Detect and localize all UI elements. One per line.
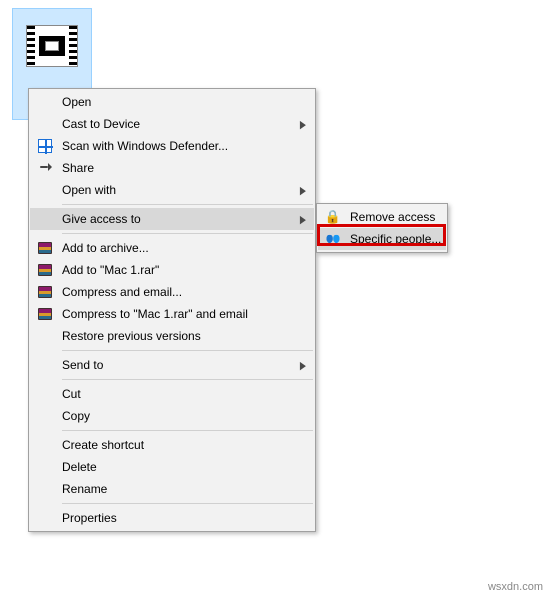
submenu-give-access-to: 🔒 Remove access 👥 Specific people... bbox=[316, 203, 448, 253]
video-thumbnail-icon bbox=[26, 25, 78, 67]
menu-item-label: Add to "Mac 1.rar" bbox=[62, 263, 159, 277]
menu-item-label: Give access to bbox=[62, 212, 141, 226]
menu-separator bbox=[62, 204, 313, 205]
menu-item-compress-email[interactable]: Compress and email... bbox=[30, 281, 314, 303]
menu-item-properties[interactable]: Properties bbox=[30, 507, 314, 529]
submenu-item-specific-people[interactable]: 👥 Specific people... bbox=[318, 228, 446, 250]
menu-item-label: Remove access bbox=[350, 210, 435, 224]
menu-item-label: Send to bbox=[62, 358, 103, 372]
menu-item-label: Cast to Device bbox=[62, 117, 140, 131]
menu-item-label: Scan with Windows Defender... bbox=[62, 139, 228, 153]
menu-separator bbox=[62, 379, 313, 380]
menu-item-label: Properties bbox=[62, 511, 117, 525]
menu-item-label: Compress and email... bbox=[62, 285, 182, 299]
share-icon bbox=[37, 160, 53, 176]
lock-icon: 🔒 bbox=[325, 209, 341, 225]
menu-item-delete[interactable]: Delete bbox=[30, 456, 314, 478]
winrar-icon bbox=[37, 262, 53, 278]
menu-item-send-to[interactable]: Send to bbox=[30, 354, 314, 376]
menu-item-label: Specific people... bbox=[350, 232, 441, 246]
menu-item-label: Rename bbox=[62, 482, 107, 496]
menu-item-label: Copy bbox=[62, 409, 90, 423]
menu-item-cast-to-device[interactable]: Cast to Device bbox=[30, 113, 314, 135]
menu-item-create-shortcut[interactable]: Create shortcut bbox=[30, 434, 314, 456]
menu-item-give-access-to[interactable]: Give access to bbox=[30, 208, 314, 230]
menu-item-add-to-archive[interactable]: Add to archive... bbox=[30, 237, 314, 259]
menu-item-scan-defender[interactable]: Scan with Windows Defender... bbox=[30, 135, 314, 157]
menu-item-label: Share bbox=[62, 161, 94, 175]
context-menu: Open Cast to Device Scan with Windows De… bbox=[28, 88, 316, 532]
people-icon: 👥 bbox=[325, 231, 341, 247]
menu-item-label: Restore previous versions bbox=[62, 329, 201, 343]
winrar-icon bbox=[37, 306, 53, 322]
source-watermark: wsxdn.com bbox=[488, 581, 543, 593]
menu-separator bbox=[62, 233, 313, 234]
menu-item-label: Open bbox=[62, 95, 91, 109]
menu-item-label: Cut bbox=[62, 387, 81, 401]
menu-item-label: Create shortcut bbox=[62, 438, 144, 452]
submenu-item-remove-access[interactable]: 🔒 Remove access bbox=[318, 206, 446, 228]
menu-item-label: Compress to "Mac 1.rar" and email bbox=[62, 307, 248, 321]
menu-item-open[interactable]: Open bbox=[30, 91, 314, 113]
menu-item-label: Open with bbox=[62, 183, 116, 197]
menu-item-copy[interactable]: Copy bbox=[30, 405, 314, 427]
menu-item-label: Add to archive... bbox=[62, 241, 149, 255]
menu-item-restore-versions[interactable]: Restore previous versions bbox=[30, 325, 314, 347]
winrar-icon bbox=[37, 284, 53, 300]
menu-item-rename[interactable]: Rename bbox=[30, 478, 314, 500]
menu-item-compress-mac1-email[interactable]: Compress to "Mac 1.rar" and email bbox=[30, 303, 314, 325]
winrar-icon bbox=[37, 240, 53, 256]
menu-separator bbox=[62, 430, 313, 431]
menu-item-cut[interactable]: Cut bbox=[30, 383, 314, 405]
menu-item-label: Delete bbox=[62, 460, 97, 474]
menu-separator bbox=[62, 503, 313, 504]
menu-item-share[interactable]: Share bbox=[30, 157, 314, 179]
menu-item-open-with[interactable]: Open with bbox=[30, 179, 314, 201]
shield-icon bbox=[37, 138, 53, 154]
menu-item-add-to-mac1[interactable]: Add to "Mac 1.rar" bbox=[30, 259, 314, 281]
menu-separator bbox=[62, 350, 313, 351]
